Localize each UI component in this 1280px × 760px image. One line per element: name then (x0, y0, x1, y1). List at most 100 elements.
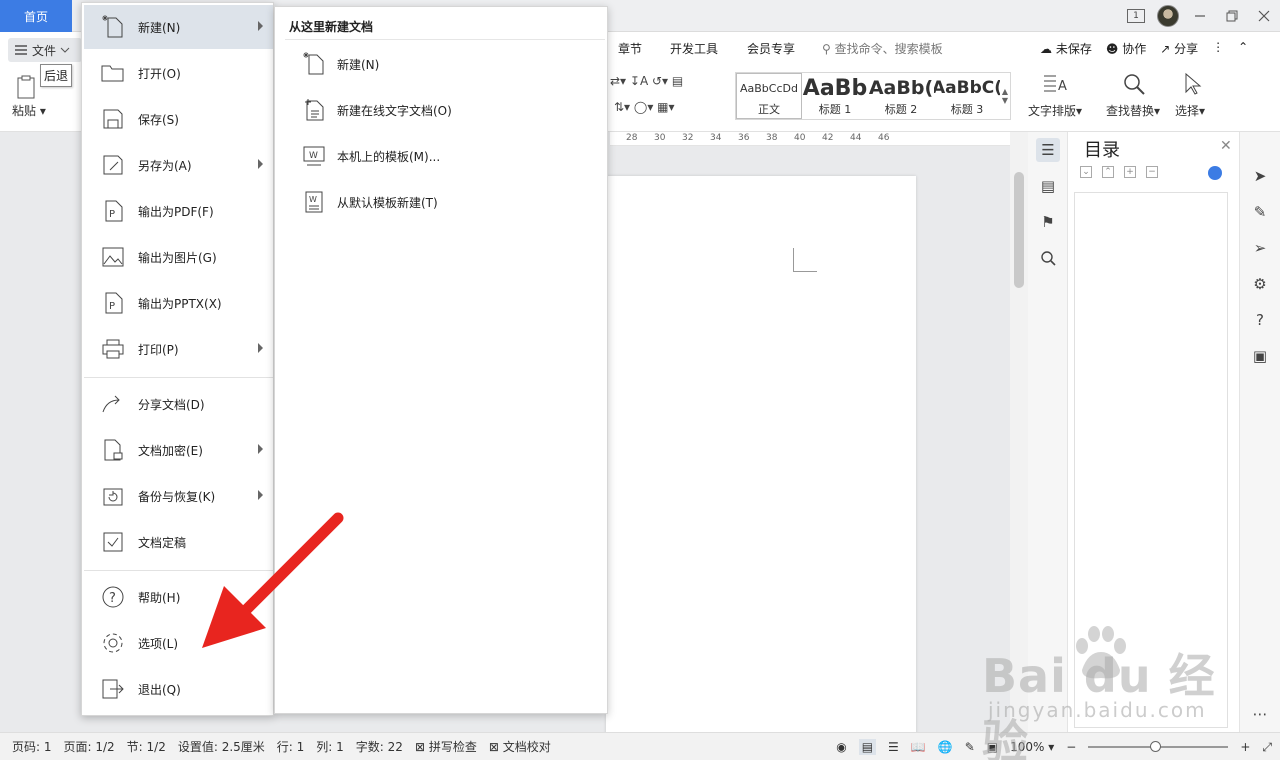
printer-icon (100, 336, 126, 362)
user-avatar-button[interactable] (1152, 0, 1184, 32)
find-replace-button[interactable]: 查找替换▾ (1106, 102, 1160, 119)
more-button[interactable]: ⋮ (1212, 40, 1224, 57)
tab-home[interactable]: 首页 (0, 0, 72, 32)
tab-member[interactable]: 会员专享 (747, 40, 795, 57)
file-menu-button[interactable]: 文件 (8, 38, 82, 62)
bookmark-button[interactable]: ⚑ (1036, 210, 1060, 234)
style-name: 正文 (758, 103, 780, 116)
tab-dev-tools[interactable]: 开发工具 (670, 40, 718, 57)
chapter-nav-button[interactable]: ▤ (1036, 174, 1060, 198)
collapse-all-button[interactable]: ⌃ (1102, 166, 1114, 178)
style-heading-2[interactable]: AaBb( 标题 2 (868, 73, 934, 119)
status-row: 行: 1 (276, 740, 305, 754)
toc-close-button[interactable]: ✕ (1220, 138, 1232, 154)
tools-rail: ➤ ✎ ➢ ⚙ ? ▣ ⋯ (1240, 132, 1280, 732)
new-doc-icon (301, 51, 327, 77)
write-view-button[interactable]: ✎ (965, 740, 975, 754)
help-icon: ? (1256, 311, 1264, 329)
outline-view-button[interactable]: ☰ (888, 740, 899, 754)
backup-icon (100, 483, 126, 509)
status-word-count[interactable]: 字数: 22 (356, 738, 403, 755)
rocket-button[interactable]: ➤ (1248, 164, 1272, 188)
menu-item-new[interactable]: 新建(N) (84, 5, 273, 49)
spell-check-button[interactable]: ⊠ 拼写检查 (415, 738, 477, 755)
sliders-icon: ⚙ (1253, 275, 1267, 293)
svg-text:P: P (109, 209, 115, 220)
toc-sync-toggle[interactable] (1208, 166, 1222, 180)
menu-divider (84, 377, 273, 378)
menu-item-print[interactable]: 打印(P) (84, 327, 273, 371)
menu-item-save-as[interactable]: 另存为(A) (84, 143, 273, 187)
menu-item-share[interactable]: 分享文档(D) (84, 382, 273, 426)
collapse-ribbon-button[interactable]: ⌃ (1238, 40, 1248, 57)
select-button[interactable]: 选择▾ (1175, 102, 1205, 119)
menu-item-exit[interactable]: 退出(Q) (84, 667, 273, 711)
submenu-item-label: 本机上的模板(M)... (337, 149, 441, 164)
menu-item-open[interactable]: 打开(O) (84, 51, 273, 95)
tab-chapter[interactable]: 章节 (618, 40, 642, 57)
pen-button[interactable]: ✎ (1248, 200, 1272, 224)
status-setting[interactable]: 设置值: 2.5厘米 (178, 738, 265, 755)
minimize-button[interactable] (1184, 0, 1216, 32)
book-icon: 📖 (910, 740, 926, 754)
pen-icon: ✎ (1253, 203, 1267, 221)
fullscreen-button[interactable]: ⤢ (1262, 740, 1272, 755)
menu-item-save[interactable]: 保存(S) (84, 97, 273, 141)
format-tools-row1[interactable]: ⇄▾ ↧A ↺▾ ▤ (610, 74, 683, 88)
expand-all-button[interactable]: ⌄ (1080, 166, 1092, 178)
horizontal-ruler: 28 30 32 34 36 38 40 42 44 46 (610, 132, 1010, 146)
menu-item-export-pptx[interactable]: P 输出为PPTX(X) (84, 281, 273, 325)
find-pane-button[interactable] (1036, 246, 1060, 270)
window-layout-button[interactable]: 1 (1120, 0, 1152, 32)
eye-protect-button[interactable]: ◉ (836, 740, 846, 754)
style-normal[interactable]: AaBbCcDd 正文 (736, 73, 802, 119)
toc-panel-button[interactable]: ☰ (1036, 138, 1060, 162)
eye-icon: ◉ (836, 740, 847, 754)
status-page[interactable]: 页面: 1/2 (64, 738, 115, 755)
remove-heading-button[interactable]: − (1146, 166, 1158, 178)
pointer-button[interactable]: ➢ (1248, 236, 1272, 260)
share-label: 分享 (1174, 42, 1199, 56)
ruler-number: 40 (794, 133, 806, 143)
style-gallery-scroll[interactable]: ▲ ▼ (1000, 73, 1010, 119)
submenu-item-new[interactable]: 新建(N) (279, 42, 605, 86)
ruler-number: 30 (654, 133, 666, 143)
menu-item-label: 文档加密(E) (138, 443, 203, 458)
share-button[interactable]: ↗ 分享 (1160, 40, 1198, 57)
page-view-button[interactable]: ▤ (858, 739, 877, 755)
paste-icon[interactable] (14, 74, 40, 103)
ruler-number: 32 (682, 133, 694, 143)
text-layout-button[interactable]: 文字排版▾ (1028, 102, 1082, 119)
menu-item-export-image[interactable]: 输出为图片(G) (84, 235, 273, 279)
close-window-button[interactable] (1248, 0, 1280, 32)
image-tool-button[interactable]: ▣ (1248, 344, 1272, 368)
adjust-button[interactable]: ⚙ (1248, 272, 1272, 296)
command-search[interactable]: ⚲ 查找命令、搜索模板 (822, 40, 943, 57)
unsaved-button[interactable]: ☁ 未保存 (1040, 40, 1092, 57)
menu-item-export-pdf[interactable]: P 输出为PDF(F) (84, 189, 273, 233)
format-tools-row2[interactable]: ⇅▾ ◯▾ ▦▾ (614, 100, 675, 114)
add-heading-button[interactable]: + (1124, 166, 1136, 178)
paste-button[interactable]: 粘贴 ▾ (12, 102, 46, 119)
more-tools-button[interactable]: ⋯ (1248, 702, 1272, 726)
document-page[interactable] (606, 176, 916, 736)
style-heading-3[interactable]: AaBbC( 标题 3 (934, 73, 1000, 119)
restore-button[interactable] (1216, 0, 1248, 32)
status-section[interactable]: 节: 1/2 (127, 738, 166, 755)
list-icon: ☰ (888, 740, 899, 754)
scrollbar-thumb[interactable] (1014, 172, 1024, 288)
status-page-code[interactable]: 页码: 1 (12, 738, 52, 755)
submenu-item-new-online[interactable]: 新建在线文字文档(O) (279, 88, 605, 132)
close-icon: ✕ (1220, 138, 1232, 154)
style-heading-1[interactable]: AaBb 标题 1 (802, 73, 868, 119)
collab-button[interactable]: ☻ 协作 (1106, 40, 1146, 57)
submenu-item-default-template[interactable]: W 从默认模板新建(T) (279, 180, 605, 224)
proofread-button[interactable]: ⊠ 文档校对 (489, 738, 551, 755)
read-view-button[interactable]: 📖 (911, 740, 926, 754)
submenu-item-local-template[interactable]: W 本机上的模板(M)... (279, 134, 605, 178)
web-view-button[interactable]: 🌐 (938, 740, 953, 754)
submenu-title: 从这里新建文档 (289, 20, 374, 34)
zoom-in-button[interactable]: + (1240, 740, 1250, 754)
menu-item-encrypt[interactable]: 文档加密(E) (84, 428, 273, 472)
help-rail-button[interactable]: ? (1248, 308, 1272, 332)
